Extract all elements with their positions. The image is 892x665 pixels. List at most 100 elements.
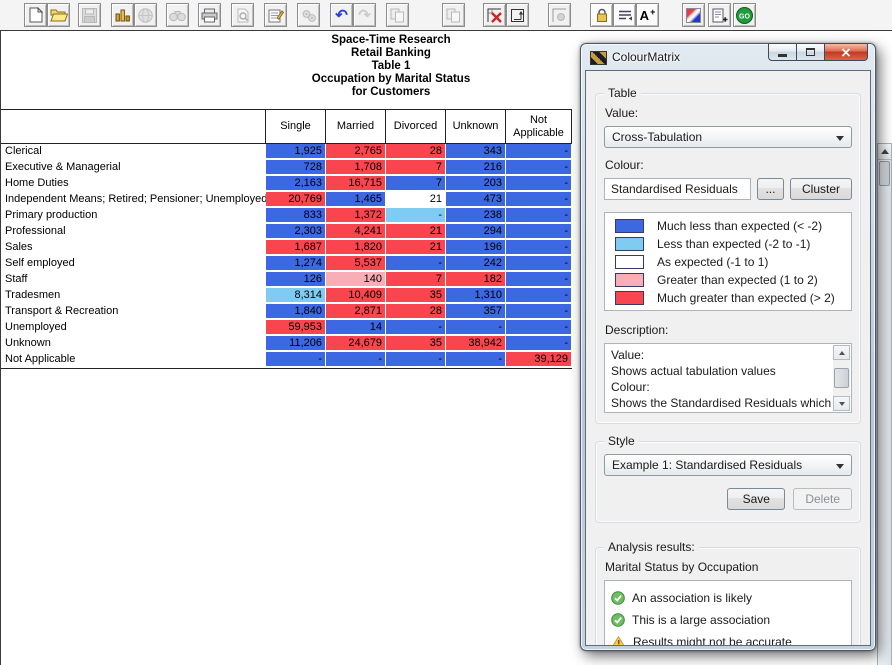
column-header[interactable]: Divorced <box>386 110 446 143</box>
row-header[interactable]: Home Duties <box>1 176 266 192</box>
table-cell[interactable]: 7 <box>386 176 446 192</box>
row-header[interactable]: Clerical <box>1 144 266 160</box>
table-cell[interactable]: - <box>506 160 572 176</box>
table-cell[interactable]: 182 <box>446 272 506 288</box>
table-cell[interactable]: 5,537 <box>326 256 386 272</box>
table-cell[interactable]: - <box>386 208 446 224</box>
table-cell[interactable]: - <box>386 320 446 336</box>
column-header[interactable]: Single <box>266 110 326 143</box>
table-cell[interactable]: - <box>386 256 446 272</box>
table-cell[interactable]: - <box>506 320 572 336</box>
table-cell[interactable]: 1,687 <box>266 240 326 256</box>
table-cell[interactable]: 35 <box>386 336 446 352</box>
table-cell[interactable]: - <box>506 240 572 256</box>
table-cell[interactable]: 38,942 <box>446 336 506 352</box>
lock-button[interactable] <box>590 3 613 27</box>
table-cell[interactable]: 7 <box>386 160 446 176</box>
table-cell[interactable]: 1,708 <box>326 160 386 176</box>
table-cell[interactable]: 20,769 <box>266 192 326 208</box>
table-cell[interactable]: 11,206 <box>266 336 326 352</box>
table-cell[interactable]: 2,303 <box>266 224 326 240</box>
row-header[interactable]: Independent Means; Retired; Pensioner; U… <box>1 192 266 208</box>
maximize-button[interactable] <box>797 43 824 61</box>
table-cell[interactable]: 28 <box>386 304 446 320</box>
column-header[interactable]: Unknown <box>446 110 506 143</box>
table-cell[interactable]: 14 <box>326 320 386 336</box>
table-cell[interactable]: 7 <box>386 272 446 288</box>
scroll-up-button[interactable] <box>833 345 850 360</box>
table-cell[interactable]: 833 <box>266 208 326 224</box>
row-header[interactable]: Unknown <box>1 336 266 352</box>
column-header[interactable]: Married <box>326 110 386 143</box>
save-button[interactable]: Save <box>727 488 785 510</box>
row-header[interactable]: Unemployed <box>1 320 266 336</box>
cluster-button[interactable]: Cluster <box>790 178 852 200</box>
table-cell[interactable]: 1,925 <box>266 144 326 160</box>
table-cell[interactable]: 343 <box>446 144 506 160</box>
colour-matrix-button[interactable] <box>682 3 705 27</box>
row-header[interactable]: Tradesmen <box>1 288 266 304</box>
description-scrollbar[interactable] <box>833 345 850 411</box>
table-cell[interactable]: 2,871 <box>326 304 386 320</box>
main-vertical-scrollbar[interactable] <box>877 143 892 665</box>
table-cell[interactable]: 24,679 <box>326 336 386 352</box>
table-cell[interactable]: 1,820 <box>326 240 386 256</box>
font-size-button[interactable]: A+ <box>636 3 659 27</box>
table-cell[interactable]: 196 <box>446 240 506 256</box>
table-cell[interactable]: 21 <box>386 240 446 256</box>
go-button[interactable]: GO <box>733 3 756 27</box>
transpose-table-button[interactable] <box>506 3 529 27</box>
column-header[interactable]: Not Applicable <box>506 110 572 143</box>
colour-input[interactable]: Standardised Residuals <box>604 178 751 200</box>
table-cell[interactable]: 2,163 <box>266 176 326 192</box>
add-annotation-button[interactable] <box>708 3 731 27</box>
table-cell[interactable]: - <box>506 272 572 288</box>
table-cell[interactable]: 203 <box>446 176 506 192</box>
dialog-titlebar[interactable]: ColourMatrix <box>581 44 875 70</box>
row-header[interactable]: Executive & Managerial <box>1 160 266 176</box>
row-header[interactable]: Self employed <box>1 256 266 272</box>
row-header[interactable]: Primary production <box>1 208 266 224</box>
table-cell[interactable]: 4,241 <box>326 224 386 240</box>
table-cell[interactable]: 216 <box>446 160 506 176</box>
open-file-button[interactable] <box>47 3 70 27</box>
value-combobox[interactable]: Cross-Tabulation <box>604 126 852 148</box>
table-cell[interactable]: 16,715 <box>326 176 386 192</box>
row-header[interactable]: Transport & Recreation <box>1 304 266 320</box>
print-button[interactable] <box>198 3 221 27</box>
table-cell[interactable]: 238 <box>446 208 506 224</box>
table-cell[interactable]: 35 <box>386 288 446 304</box>
scrollbar-thumb[interactable] <box>879 161 890 186</box>
table-cell[interactable]: 10,409 <box>326 288 386 304</box>
table-cell[interactable]: 728 <box>266 160 326 176</box>
scrollbar-track[interactable] <box>833 360 850 396</box>
table-cell[interactable]: 242 <box>446 256 506 272</box>
table-cell[interactable]: 1,310 <box>446 288 506 304</box>
undo-button[interactable]: ↶ <box>330 3 353 27</box>
new-document-button[interactable] <box>24 3 47 27</box>
table-cell[interactable]: 2,765 <box>326 144 386 160</box>
table-cell[interactable]: - <box>506 224 572 240</box>
table-cell[interactable]: - <box>446 352 506 368</box>
table-cell[interactable]: 140 <box>326 272 386 288</box>
table-cell[interactable]: - <box>506 176 572 192</box>
table-cell[interactable]: - <box>506 336 572 352</box>
table-cell[interactable]: 1,840 <box>266 304 326 320</box>
row-header[interactable]: Professional <box>1 224 266 240</box>
table-cell[interactable]: - <box>506 288 572 304</box>
scroll-down-button[interactable] <box>833 396 850 411</box>
table-cell[interactable]: 357 <box>446 304 506 320</box>
table-cell[interactable]: 28 <box>386 144 446 160</box>
close-button[interactable] <box>824 43 868 61</box>
table-cell[interactable]: - <box>386 352 446 368</box>
delete-item-button[interactable] <box>483 3 506 27</box>
minimize-button[interactable] <box>768 43 797 61</box>
edit-table-button[interactable] <box>264 3 287 27</box>
table-cell[interactable]: - <box>446 320 506 336</box>
table-cell[interactable]: 1,465 <box>326 192 386 208</box>
row-header[interactable]: Sales <box>1 240 266 256</box>
table-cell[interactable]: 294 <box>446 224 506 240</box>
table-cell[interactable]: - <box>506 192 572 208</box>
table-cell[interactable]: 126 <box>266 272 326 288</box>
table-cell[interactable]: 473 <box>446 192 506 208</box>
